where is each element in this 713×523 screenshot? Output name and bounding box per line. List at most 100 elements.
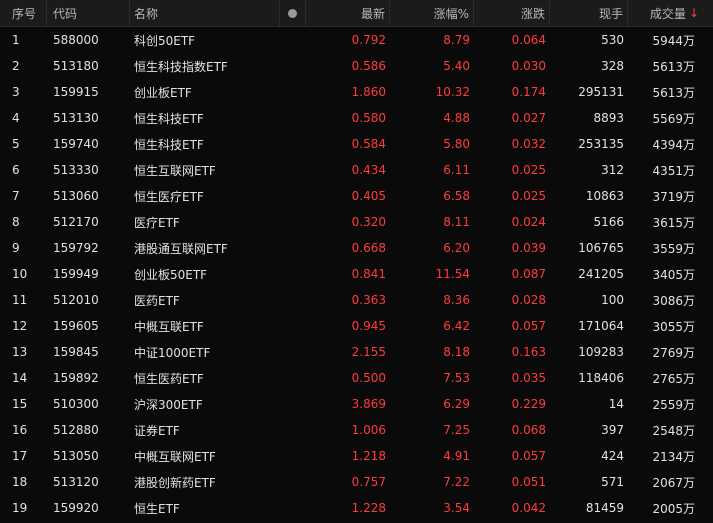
row-vol: 328 — [601, 59, 624, 73]
table-row[interactable]: 3 159915 创业板ETF 1.860 10.32 0.174 295131… — [0, 79, 713, 105]
row-chg: 0.028 — [511, 293, 546, 307]
row-dot — [280, 261, 306, 287]
row-pct: 8.11 — [443, 215, 470, 229]
row-code: 513050 — [53, 449, 99, 463]
row-pct: 6.20 — [443, 241, 470, 255]
row-pct: 8.36 — [443, 293, 470, 307]
row-chg: 0.025 — [511, 189, 546, 203]
row-code: 513130 — [53, 111, 99, 125]
row-price: 0.500 — [351, 371, 386, 385]
header-chg[interactable]: 涨跌 — [474, 0, 550, 26]
row-vol: 8893 — [593, 111, 624, 125]
row-index: 5 — [12, 137, 20, 151]
row-vol: 424 — [601, 449, 624, 463]
row-chg: 0.057 — [511, 319, 546, 333]
row-index: 16 — [12, 423, 28, 437]
row-price: 0.668 — [351, 241, 386, 255]
row-vol: 397 — [601, 423, 624, 437]
row-name: 中概互联网ETF — [134, 449, 216, 464]
row-name: 恒生互联网ETF — [134, 163, 216, 178]
table-row[interactable]: 14 159892 恒生医药ETF 0.500 7.53 0.035 11840… — [0, 365, 713, 391]
table-row[interactable]: 15 510300 沪深300ETF 3.869 6.29 0.229 14 2… — [0, 391, 713, 417]
header-name[interactable]: 名称 — [130, 0, 280, 26]
header-code[interactable]: 代码 — [47, 0, 130, 26]
row-amount: 2548万 — [652, 423, 695, 438]
row-index: 1 — [12, 33, 20, 47]
row-name: 恒生医药ETF — [134, 371, 204, 386]
row-vol: 10863 — [585, 189, 624, 203]
row-pct: 10.32 — [435, 85, 470, 99]
row-chg: 0.032 — [511, 137, 546, 151]
row-pct: 6.29 — [443, 397, 470, 411]
row-vol: 530 — [601, 33, 624, 47]
row-code: 588000 — [53, 33, 99, 47]
row-dot — [280, 157, 306, 183]
row-name: 科创50ETF — [134, 33, 196, 48]
header-index[interactable]: 序号 — [0, 0, 47, 26]
row-amount: 5569万 — [652, 111, 695, 126]
row-amount: 3615万 — [652, 215, 695, 230]
row-pct: 7.22 — [443, 475, 470, 489]
table-row[interactable]: 12 159605 中概互联ETF 0.945 6.42 0.057 17106… — [0, 313, 713, 339]
table-row[interactable]: 5 159740 恒生科技ETF 0.584 5.80 0.032 253135… — [0, 131, 713, 157]
table-row[interactable]: 17 513050 中概互联网ETF 1.218 4.91 0.057 424 … — [0, 443, 713, 469]
row-amount: 4394万 — [652, 137, 695, 152]
row-dot — [280, 209, 306, 235]
row-amount: 4351万 — [652, 163, 695, 178]
table-row[interactable]: 18 513120 港股创新药ETF 0.757 7.22 0.051 571 … — [0, 469, 713, 495]
row-pct: 3.54 — [443, 501, 470, 515]
row-amount: 3086万 — [652, 293, 695, 308]
row-name: 创业板50ETF — [134, 267, 208, 282]
row-amount: 3559万 — [652, 241, 695, 256]
row-code: 512010 — [53, 293, 99, 307]
row-name: 恒生科技指数ETF — [134, 59, 228, 74]
row-vol: 106765 — [578, 241, 624, 255]
row-pct: 5.80 — [443, 137, 470, 151]
row-chg: 0.163 — [511, 345, 546, 359]
row-vol: 241205 — [578, 267, 624, 281]
header-pct[interactable]: 涨幅% — [390, 0, 474, 26]
row-name: 恒生医疗ETF — [134, 189, 204, 204]
row-code: 159949 — [53, 267, 99, 281]
table-row[interactable]: 13 159845 中证1000ETF 2.155 8.18 0.163 109… — [0, 339, 713, 365]
row-price: 0.586 — [351, 59, 386, 73]
row-pct: 7.25 — [443, 423, 470, 437]
table-row[interactable]: 8 512170 医疗ETF 0.320 8.11 0.024 5166 361… — [0, 209, 713, 235]
row-code: 513330 — [53, 163, 99, 177]
row-chg: 0.024 — [511, 215, 546, 229]
header-vol[interactable]: 现手 — [550, 0, 628, 26]
row-dot — [280, 365, 306, 391]
table-row[interactable]: 10 159949 创业板50ETF 0.841 11.54 0.087 241… — [0, 261, 713, 287]
table-row[interactable]: 1 588000 科创50ETF 0.792 8.79 0.064 530 59… — [0, 27, 713, 53]
header-price[interactable]: 最新 — [306, 0, 390, 26]
row-dot — [280, 287, 306, 313]
row-index: 6 — [12, 163, 20, 177]
table-row[interactable]: 11 512010 医药ETF 0.363 8.36 0.028 100 308… — [0, 287, 713, 313]
header-dot[interactable] — [280, 0, 306, 26]
row-index: 14 — [12, 371, 28, 385]
table-row[interactable]: 2 513180 恒生科技指数ETF 0.586 5.40 0.030 328 … — [0, 53, 713, 79]
table-row[interactable]: 6 513330 恒生互联网ETF 0.434 6.11 0.025 312 4… — [0, 157, 713, 183]
table-row[interactable]: 16 512880 证券ETF 1.006 7.25 0.068 397 254… — [0, 417, 713, 443]
row-name: 港股创新药ETF — [134, 475, 216, 490]
row-name: 恒生科技ETF — [134, 137, 204, 152]
table-row[interactable]: 19 159920 恒生ETF 1.228 3.54 0.042 81459 2… — [0, 495, 713, 521]
row-pct: 6.11 — [443, 163, 470, 177]
row-chg: 0.030 — [511, 59, 546, 73]
row-index: 13 — [12, 345, 28, 359]
row-dot — [280, 235, 306, 261]
table-row[interactable]: 9 159792 港股通互联网ETF 0.668 6.20 0.039 1067… — [0, 235, 713, 261]
row-amount: 2134万 — [652, 449, 695, 464]
row-index: 12 — [12, 319, 28, 333]
row-index: 10 — [12, 267, 28, 281]
table-row[interactable]: 4 513130 恒生科技ETF 0.580 4.88 0.027 8893 5… — [0, 105, 713, 131]
row-price: 0.363 — [351, 293, 386, 307]
row-name: 中证1000ETF — [134, 345, 211, 360]
row-amount: 5944万 — [652, 33, 695, 48]
table-row[interactable]: 7 513060 恒生医疗ETF 0.405 6.58 0.025 10863 … — [0, 183, 713, 209]
header-amount[interactable]: 成交量 ↓ — [628, 0, 713, 26]
row-chg: 0.068 — [511, 423, 546, 437]
row-pct: 11.54 — [435, 267, 470, 281]
row-vol: 100 — [601, 293, 624, 307]
row-vol: 109283 — [578, 345, 624, 359]
